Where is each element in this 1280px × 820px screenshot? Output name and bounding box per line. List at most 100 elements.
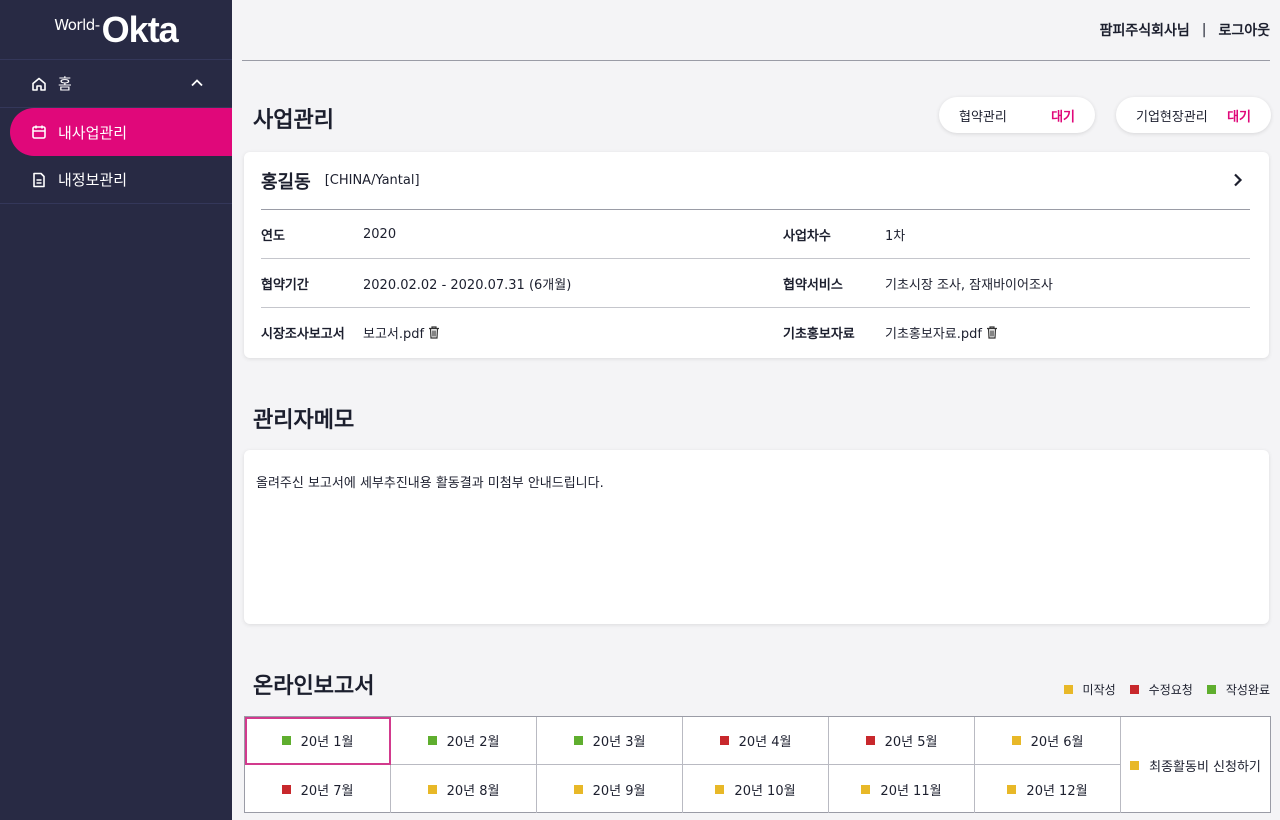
sidebar-item-my-business[interactable]: 내사업관리 xyxy=(10,108,232,156)
legend-item: 미작성 xyxy=(1063,681,1116,698)
status-swatch xyxy=(715,784,725,794)
row-value: 1차 xyxy=(885,228,906,244)
logo-brand: Okta xyxy=(101,8,179,50)
business-location: [CHINA/Yantal] xyxy=(324,173,420,188)
badge-label: 협약관리 xyxy=(959,109,1007,125)
status-swatch xyxy=(861,784,871,794)
business-owner-name: 홍길동 xyxy=(261,171,311,193)
status-swatch xyxy=(719,736,729,745)
month-label: 20년 5월 xyxy=(884,735,938,750)
report-file: 보고서.pdf xyxy=(363,323,783,342)
month-label: 20년 1월 xyxy=(300,735,354,750)
status-swatch xyxy=(1130,760,1140,770)
legend-item: 수정요청 xyxy=(1129,681,1193,698)
month-label: 20년 8월 xyxy=(446,783,500,799)
month-label: 20년 3월 xyxy=(592,735,646,750)
final-expense-label: 최종활동비 신청하기 xyxy=(1149,759,1261,775)
month-cell[interactable]: 20년 4월 xyxy=(683,717,829,765)
legend-swatch xyxy=(1129,685,1139,694)
memo-title: 관리자메모 xyxy=(253,408,355,433)
row-label: 기초홍보자료 xyxy=(783,327,855,342)
month-cell[interactable]: 20년 5월 xyxy=(829,717,975,765)
status-legend: 미작성 수정요청 작성완료 xyxy=(1050,681,1270,698)
sidebar-item-label: 홈 xyxy=(58,75,72,93)
row-label: 시장조사보고서 xyxy=(261,327,345,342)
sidebar-item-home[interactable]: 홈 xyxy=(0,60,232,108)
status-swatch xyxy=(573,784,583,794)
memo-card: 올려주신 보고서에 세부추진내용 활동결과 미첨부 안내드립니다. xyxy=(244,450,1269,624)
status-swatch xyxy=(281,784,291,794)
month-label: 20년 9월 xyxy=(592,783,646,799)
info-row: 협약기간 2020.02.02 - 2020.07.31 (6개월) 협약서비스… xyxy=(261,259,1250,308)
month-label: 20년 12월 xyxy=(1026,783,1088,799)
promo-file-link[interactable]: 기초홍보자료.pdf xyxy=(885,323,982,342)
month-cell[interactable]: 20년 6월 xyxy=(975,717,1121,765)
row-label: 연도 xyxy=(261,228,285,244)
status-swatch xyxy=(573,736,583,745)
legend-label: 수정요청 xyxy=(1148,683,1193,697)
sidebar-item-my-info[interactable]: 내정보관리 xyxy=(0,156,232,204)
month-cell[interactable]: 20년 8월 xyxy=(391,765,537,813)
legend-label: 작성완료 xyxy=(1225,683,1270,697)
status-swatch xyxy=(427,736,437,745)
business-header[interactable]: 홍길동 [CHINA/Yantal] xyxy=(261,152,1250,210)
top-bar: 팜피주식회사님 | 로그아웃 xyxy=(242,0,1270,61)
legend-swatch xyxy=(1063,685,1073,694)
status-swatch xyxy=(1007,784,1017,794)
month-cell[interactable]: 20년 12월 xyxy=(975,765,1121,813)
month-cell[interactable]: 20년 11월 xyxy=(829,765,975,813)
business-title: 사업관리 xyxy=(253,108,334,133)
legend-item: 작성완료 xyxy=(1206,681,1270,698)
chevron-up-icon[interactable] xyxy=(190,76,204,94)
month-label: 20년 6월 xyxy=(1030,735,1084,750)
status-swatch xyxy=(865,736,875,745)
logout-link[interactable]: 로그아웃 xyxy=(1218,20,1270,40)
month-cell[interactable]: 20년 2월 xyxy=(391,717,537,765)
row-label: 사업차수 xyxy=(783,228,831,244)
status-swatch xyxy=(281,736,291,745)
legend-swatch xyxy=(1206,685,1216,694)
logo-prefix: World- xyxy=(54,15,100,34)
promo-file: 기초홍보자료.pdf xyxy=(885,323,998,342)
status-swatch xyxy=(427,784,437,794)
trash-icon[interactable] xyxy=(428,326,440,339)
legend-label: 미작성 xyxy=(1082,683,1116,697)
memo-text: 올려주신 보고서에 세부추진내용 활동결과 미첨부 안내드립니다. xyxy=(256,476,604,491)
report-file-link[interactable]: 보고서.pdf xyxy=(363,323,424,342)
document-icon xyxy=(30,171,48,189)
row-value: 2020.02.02 - 2020.07.31 (6개월) xyxy=(363,277,572,293)
row-label: 협약서비스 xyxy=(783,277,843,293)
row-label: 협약기간 xyxy=(261,277,309,293)
home-icon xyxy=(30,75,48,93)
month-label: 20년 10월 xyxy=(734,783,796,799)
trash-icon[interactable] xyxy=(986,326,998,339)
badge-label: 기업현장관리 xyxy=(1136,109,1208,125)
badge-status: 대기 xyxy=(1051,109,1075,125)
month-label: 20년 11월 xyxy=(880,783,942,799)
info-row: 시장조사보고서 보고서.pdf 기초홍보자료 기초홍보자료.pdf xyxy=(261,308,1250,357)
main-content: 팜피주식회사님 | 로그아웃 사업관리 협약관리 대기 기업현장관리 대기 홍길… xyxy=(232,0,1280,820)
chevron-right-icon[interactable] xyxy=(1230,172,1246,192)
monthly-report-grid: 20년 1월 20년 2월 20년 3월 20년 4월 20년 5월 20년 6… xyxy=(244,716,1271,813)
month-cell[interactable]: 20년 10월 xyxy=(683,765,829,813)
month-cell[interactable]: 20년 3월 xyxy=(537,717,683,765)
sidebar: World- Okta 홈 내사업관리 내정보관리 xyxy=(0,0,232,820)
field-management-badge[interactable]: 기업현장관리 대기 xyxy=(1116,97,1271,133)
sidebar-item-label: 내정보관리 xyxy=(58,171,128,189)
row-value: 2020 xyxy=(363,226,397,242)
reports-title: 온라인보고서 xyxy=(253,674,375,699)
agreement-badge[interactable]: 협약관리 대기 xyxy=(939,97,1095,133)
user-name: 팜피주식회사님 xyxy=(1099,23,1190,39)
sidebar-item-label: 내사업관리 xyxy=(58,123,128,142)
logo[interactable]: World- Okta xyxy=(0,0,232,60)
month-label: 20년 7월 xyxy=(300,783,354,799)
month-cell[interactable]: 20년 1월 xyxy=(245,717,391,765)
final-expense-request-button[interactable]: 최종활동비 신청하기 xyxy=(1121,717,1270,813)
month-cell[interactable]: 20년 7월 xyxy=(245,765,391,813)
calendar-icon xyxy=(30,123,48,141)
month-label: 20년 4월 xyxy=(738,735,792,750)
month-label: 20년 2월 xyxy=(446,735,500,750)
month-cell[interactable]: 20년 9월 xyxy=(537,765,683,813)
row-value: 기초시장 조사, 잠재바이어조사 xyxy=(885,277,1053,293)
info-row: 연도 2020 사업차수 1차 xyxy=(261,210,1250,259)
